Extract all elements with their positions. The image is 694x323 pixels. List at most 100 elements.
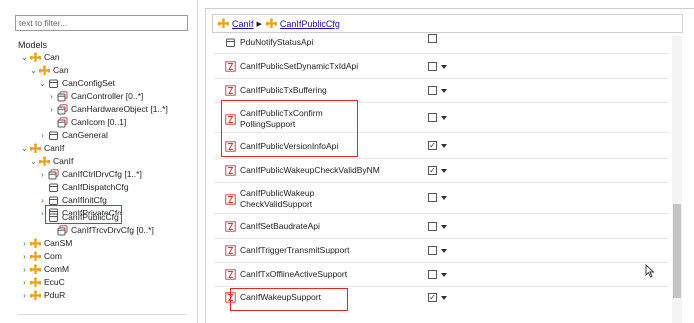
breadcrumb: CanIf ▶ CanIfPublicCfg — [212, 14, 683, 33]
module-icon — [39, 65, 50, 76]
row-divider — [214, 53, 669, 54]
tree-node-ecuc[interactable]: › EcuC — [20, 276, 65, 289]
dropdown-arrow-icon[interactable] — [441, 249, 447, 253]
dropdown-arrow-icon[interactable] — [441, 65, 447, 69]
container-icon — [49, 183, 58, 192]
chevron-right-icon[interactable]: › — [47, 103, 56, 116]
tree-node-can-inner[interactable]: ⌄ Can — [29, 64, 69, 77]
module-icon — [30, 143, 41, 154]
tree-node-cansm[interactable]: › CanSM — [20, 237, 72, 250]
parameter-icon — [225, 61, 236, 72]
checkbox-checked[interactable]: ✓ — [428, 166, 437, 175]
container-list-icon — [57, 225, 68, 236]
module-icon — [39, 156, 50, 167]
checkbox[interactable] — [428, 86, 437, 95]
chevron-right-icon[interactable]: › — [20, 237, 29, 250]
module-icon — [30, 238, 41, 249]
tree-node-canif-inner[interactable]: ⌄ CanIf — [29, 155, 73, 168]
tree-node-canif[interactable]: ⌄ CanIf — [20, 142, 64, 155]
chevron-right-icon[interactable]: › — [20, 276, 29, 289]
container-list-icon — [57, 104, 68, 115]
checkbox[interactable] — [428, 113, 437, 122]
tree-node-pdur[interactable]: › PduR — [20, 289, 65, 302]
checkbox[interactable] — [428, 34, 437, 43]
tree-node-can[interactable]: ⌄ Can — [20, 51, 60, 64]
checkbox[interactable] — [428, 246, 437, 255]
dropdown-arrow-icon[interactable] — [441, 296, 447, 300]
module-icon — [30, 290, 41, 301]
container-list-icon — [57, 117, 68, 128]
row-divider — [214, 182, 669, 183]
chevron-right-icon[interactable]: › — [20, 289, 29, 302]
param-row-triggertransmitsupport: CanIfTriggerTransmitSupport — [225, 245, 349, 256]
parameter-icon — [226, 38, 235, 47]
parameter-icon — [225, 193, 236, 205]
row-divider — [214, 158, 669, 159]
chevron-down-icon[interactable]: ⌄ — [38, 77, 47, 90]
param-row-setbaudrateapi: CanIfSetBaudrateApi — [225, 221, 320, 232]
chevron-down-icon[interactable]: ⌄ — [20, 142, 29, 155]
tree-node-canconfigset[interactable]: ⌄ CanConfigSet — [38, 77, 115, 90]
row-divider — [214, 262, 669, 263]
module-icon — [265, 18, 277, 29]
breadcrumb-separator: ▶ — [256, 20, 262, 28]
model-tree-panel: Models ⌄Can ⌄Can ⌄CanConfigSet ›CanContr… — [0, 0, 198, 323]
container-icon — [49, 79, 58, 88]
chevron-right-icon[interactable]: › — [47, 90, 56, 103]
tree-node-canifdispatchcfg[interactable]: CanIfDispatchCfg — [47, 181, 129, 194]
checkbox-checked[interactable]: ✓ — [428, 293, 437, 302]
row-divider — [214, 286, 669, 287]
dropdown-arrow-icon[interactable] — [441, 225, 447, 229]
tree-node-com[interactable]: › Com — [20, 250, 62, 263]
checkbox-checked[interactable]: ✓ — [428, 141, 437, 150]
scrollbar-thumb[interactable] — [673, 204, 681, 298]
param-row-txbuffering: CanIfPublicTxBuffering — [225, 85, 327, 96]
tree-node-canifctrldrvcfg[interactable]: › CanIfCtrlDrvCfg [1..*] — [38, 168, 142, 181]
chevron-down-icon[interactable]: ⌄ — [29, 64, 38, 77]
parameter-icon — [225, 85, 236, 96]
checkbox[interactable] — [428, 222, 437, 231]
row-divider — [214, 238, 669, 239]
module-icon — [30, 277, 41, 288]
dropdown-arrow-icon[interactable] — [441, 144, 447, 148]
checkbox[interactable] — [428, 193, 437, 202]
tree-node-cancontroller[interactable]: › CanController [0..*] — [47, 90, 143, 103]
dropdown-arrow-icon[interactable] — [441, 169, 447, 173]
container-icon — [49, 131, 58, 140]
mouse-cursor-icon — [645, 264, 655, 278]
param-row-txofflineactivesupport: CanIfTxOfflineActiveSupport — [225, 269, 347, 280]
parameter-icon — [225, 165, 236, 176]
dropdown-arrow-icon[interactable] — [441, 116, 447, 120]
chevron-right-icon[interactable]: › — [38, 168, 47, 181]
tree-node-caniftrcvdrvcfg[interactable]: CanIfTrcvDrvCfg [0..*] — [56, 224, 154, 237]
breadcrumb-item-canifpubliccfg[interactable]: CanIfPublicCfg — [280, 19, 340, 29]
highlight-box — [45, 205, 122, 224]
tree-node-canhardwareobject[interactable]: › CanHardwareObject [1..*] — [47, 103, 168, 116]
module-icon — [218, 18, 229, 29]
filter-input[interactable] — [15, 15, 188, 31]
container-list-icon — [48, 169, 59, 180]
tree-node-comm[interactable]: › ComM — [20, 263, 69, 276]
chevron-right-icon[interactable]: › — [20, 250, 29, 263]
horizontal-scrollbar[interactable] — [18, 314, 187, 321]
module-icon — [30, 251, 41, 262]
param-row-wakeupcheckvalidbynm: CanIfPublicWakeupCheckValidByNM — [225, 165, 380, 176]
chevron-right-icon[interactable]: › — [38, 129, 47, 142]
dropdown-arrow-icon[interactable] — [441, 196, 447, 200]
chevron-down-icon[interactable]: ⌄ — [20, 51, 29, 64]
module-icon — [30, 52, 41, 63]
checkbox[interactable] — [428, 270, 437, 279]
dropdown-arrow-icon[interactable] — [441, 273, 447, 277]
chevron-right-icon[interactable]: › — [20, 263, 29, 276]
dropdown-arrow-icon[interactable] — [441, 89, 447, 93]
highlight-box — [221, 100, 358, 157]
checkbox[interactable] — [428, 62, 437, 71]
row-divider — [214, 78, 669, 79]
tree-node-cangeneral[interactable]: › CanGeneral — [38, 129, 108, 142]
tree-heading: Models — [18, 40, 48, 50]
breadcrumb-item-canif[interactable]: CanIf — [232, 19, 254, 29]
module-icon — [30, 264, 41, 275]
chevron-down-icon[interactable]: ⌄ — [29, 155, 38, 168]
tree-node-canicom[interactable]: CanIcom [0..1] — [56, 116, 126, 129]
param-row-pdunotifystatusapi: PduNotifyStatusApi — [225, 37, 313, 48]
